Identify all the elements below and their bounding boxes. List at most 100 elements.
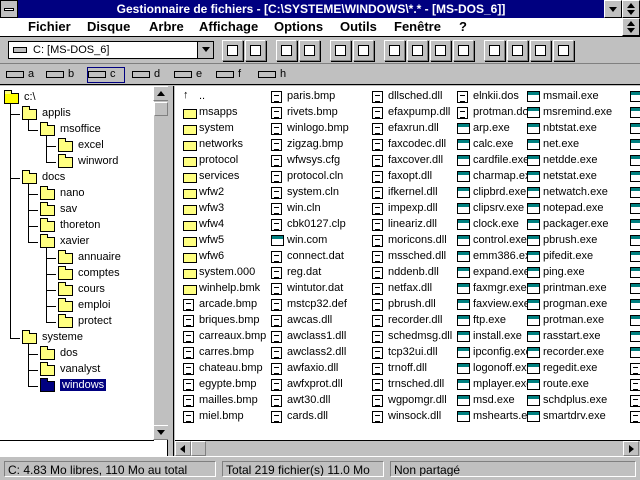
- view-list-button[interactable]: [353, 40, 374, 61]
- program-icon: [630, 267, 640, 278]
- drive-b[interactable]: b: [46, 68, 80, 82]
- large-icons-icon: [335, 45, 346, 56]
- scroll-thumb[interactable]: [154, 102, 168, 116]
- document-icon: [372, 155, 383, 167]
- stop-sharing-button[interactable]: [299, 40, 320, 61]
- files-horizontal-scrollbar[interactable]: [175, 440, 640, 456]
- scroll-left-icon: [180, 445, 185, 453]
- hard-drive-icon: [216, 71, 234, 78]
- program-icon: [457, 155, 470, 166]
- scroll-left-button[interactable]: [175, 441, 191, 456]
- undelete-button[interactable]: [553, 40, 574, 61]
- document-icon: [271, 379, 282, 391]
- menu-options[interactable]: Options: [274, 19, 323, 34]
- tree-vertical-scrollbar[interactable]: [153, 86, 169, 440]
- program-icon: [527, 155, 540, 166]
- view-large-icons-button[interactable]: [330, 40, 351, 61]
- tree-connector: [10, 178, 20, 179]
- folder-icon: [183, 221, 197, 231]
- program-icon: [271, 235, 284, 246]
- file-name: pifedit.exe: [543, 250, 594, 262]
- drive-e[interactable]: e: [174, 68, 208, 82]
- file-name: faxcover.dll: [388, 154, 444, 166]
- tree-node-label: excel: [78, 139, 104, 151]
- sort-size-button[interactable]: [430, 40, 451, 61]
- document-icon: [372, 395, 383, 407]
- minimize-button[interactable]: [604, 0, 622, 18]
- dropdown-arrow-icon[interactable]: [197, 42, 213, 58]
- scroll-down-button[interactable]: [153, 425, 169, 440]
- details-button[interactable]: [484, 40, 505, 61]
- file-name: arcade.bmp: [199, 298, 258, 310]
- document-icon: [372, 107, 383, 119]
- sort-name-button[interactable]: [384, 40, 405, 61]
- drive-a[interactable]: a: [6, 68, 40, 82]
- file-name: win.com: [287, 234, 328, 246]
- document-icon: [630, 411, 640, 423]
- program-icon: [457, 347, 470, 358]
- floppy-drive-icon: [6, 71, 24, 78]
- document-icon: [372, 347, 383, 359]
- title-bar[interactable]: Gestionnaire de fichiers - [C:\SYSTEME\W…: [0, 0, 640, 18]
- program-icon: [630, 235, 640, 246]
- document-icon: [271, 251, 282, 263]
- drive-h[interactable]: h: [258, 68, 292, 82]
- msbackup-button[interactable]: [507, 40, 528, 61]
- child-restore-up-icon: [627, 21, 635, 26]
- drive-c[interactable]: c: [87, 67, 125, 83]
- file-name: protman.dos: [473, 106, 535, 118]
- network-drive-icon: [258, 71, 276, 78]
- program-icon: [630, 107, 640, 118]
- file-list[interactable]: ↑.. msapps system networks protocol services w…: [175, 86, 640, 456]
- menu-fenetre[interactable]: Fenêtre: [394, 19, 441, 34]
- tree-node-label: protect: [78, 315, 112, 327]
- drive-f[interactable]: f: [216, 68, 250, 82]
- program-icon: [457, 331, 470, 342]
- pane-splitter[interactable]: [168, 86, 174, 456]
- directory-tree[interactable]: c:\ applis msoffice excel winword docs nano sav…: [0, 86, 168, 456]
- antivirus-button[interactable]: [530, 40, 551, 61]
- sort-date-button[interactable]: [453, 40, 474, 61]
- file-name: ifkernel.dll: [388, 186, 438, 198]
- program-icon: [527, 107, 540, 118]
- drive-select[interactable]: C: [MS-DOS_6]: [8, 41, 214, 59]
- drive-icon: [13, 47, 27, 53]
- tree-connector: [46, 322, 56, 323]
- disconnect-drive-button[interactable]: [245, 40, 266, 61]
- tree-horizontal-scrollbar[interactable]: [0, 440, 154, 456]
- menu-fichier[interactable]: Fichier: [28, 19, 71, 34]
- file-name: awfxprot.dll: [287, 378, 343, 390]
- scroll-up-button[interactable]: [153, 86, 169, 101]
- file-name: awt30.dll: [287, 394, 331, 406]
- drive-f-label: f: [238, 68, 242, 80]
- menu-outils[interactable]: Outils: [340, 19, 377, 34]
- child-restore-button[interactable]: [622, 18, 640, 36]
- file-name: mplayer.exe: [473, 378, 533, 390]
- menu-disque[interactable]: Disque: [87, 19, 130, 34]
- file-name: recorder.dll: [388, 314, 443, 326]
- maximize-button[interactable]: [622, 0, 640, 18]
- scroll-right-button[interactable]: [623, 441, 639, 456]
- share-as-button[interactable]: [276, 40, 297, 61]
- program-icon: [630, 171, 640, 182]
- menu-affichage[interactable]: Affichage: [199, 19, 258, 34]
- status-free-space: C: 4.83 Mo libres, 110 Mo au total: [4, 461, 216, 477]
- program-icon: [527, 123, 540, 134]
- maximize-icon: [627, 3, 635, 8]
- menu-arbre[interactable]: Arbre: [149, 19, 184, 34]
- document-icon: [372, 123, 383, 135]
- menu-help[interactable]: ?: [459, 19, 467, 34]
- file-name: awfaxio.dll: [287, 362, 339, 374]
- sort-type-button[interactable]: [407, 40, 428, 61]
- file-name: rasstart.exe: [543, 330, 601, 342]
- drive-d[interactable]: d: [132, 68, 166, 82]
- scroll-h-thumb[interactable]: [191, 441, 206, 456]
- program-icon: [457, 283, 470, 294]
- system-menu-button[interactable]: [0, 0, 18, 18]
- program-icon: [527, 363, 540, 374]
- connect-drive-button[interactable]: [222, 40, 243, 61]
- tree-node-label: sav: [60, 203, 78, 215]
- program-icon: [527, 411, 540, 422]
- parent-folder-icon: ↑: [183, 89, 189, 101]
- tree-connector: [28, 120, 29, 130]
